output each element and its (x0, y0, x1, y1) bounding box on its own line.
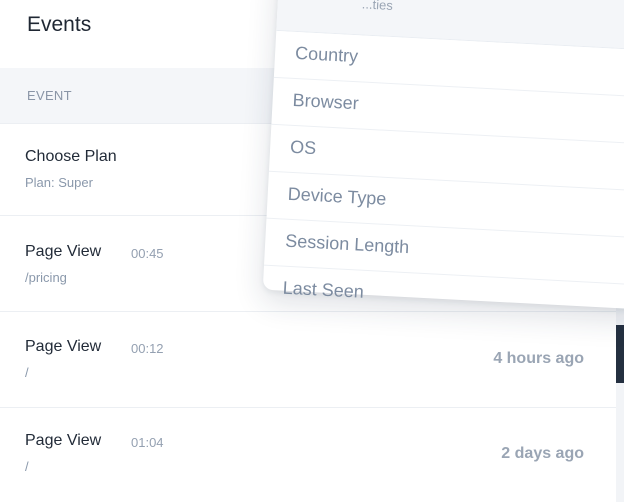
event-detail: / (25, 365, 29, 380)
dropdown-item-label: Country (294, 42, 359, 67)
background-panel-edge (616, 325, 624, 383)
event-duration: 01:04 (131, 435, 164, 450)
dropdown-header-label: ...ties (361, 0, 394, 13)
dropdown-item-label: Last Seen (282, 277, 365, 302)
event-name: Choose Plan (25, 148, 117, 165)
properties-dropdown: ...ties Country Browser OS Device Type S… (262, 0, 624, 310)
dropdown-item-label: Device Type (287, 183, 387, 209)
event-time-ago: 2 days ago (501, 445, 584, 462)
events-title: Events (27, 13, 92, 36)
event-duration: 00:45 (131, 246, 164, 261)
event-name: Page View (25, 432, 102, 449)
event-name: Page View (25, 243, 102, 260)
event-row[interactable]: Page View 00:12 / 4 hours ago (0, 311, 616, 408)
event-time-ago: 4 hours ago (493, 350, 584, 367)
dropdown-item-label: Session Length (284, 230, 410, 258)
event-duration: 00:12 (131, 341, 164, 356)
column-header-event[interactable]: EVENT (27, 88, 72, 103)
event-detail: Plan: Super (25, 175, 93, 190)
dropdown-item-label: Browser (292, 89, 360, 114)
event-detail: / (25, 459, 29, 474)
event-row[interactable]: Page View 01:04 / 2 days ago (0, 407, 616, 502)
event-name: Page View (25, 338, 102, 355)
stage: Events EVENT Choose Plan Plan: Super Pag… (0, 0, 624, 502)
event-detail: /pricing (25, 270, 67, 285)
dropdown-item-label: OS (289, 136, 317, 159)
